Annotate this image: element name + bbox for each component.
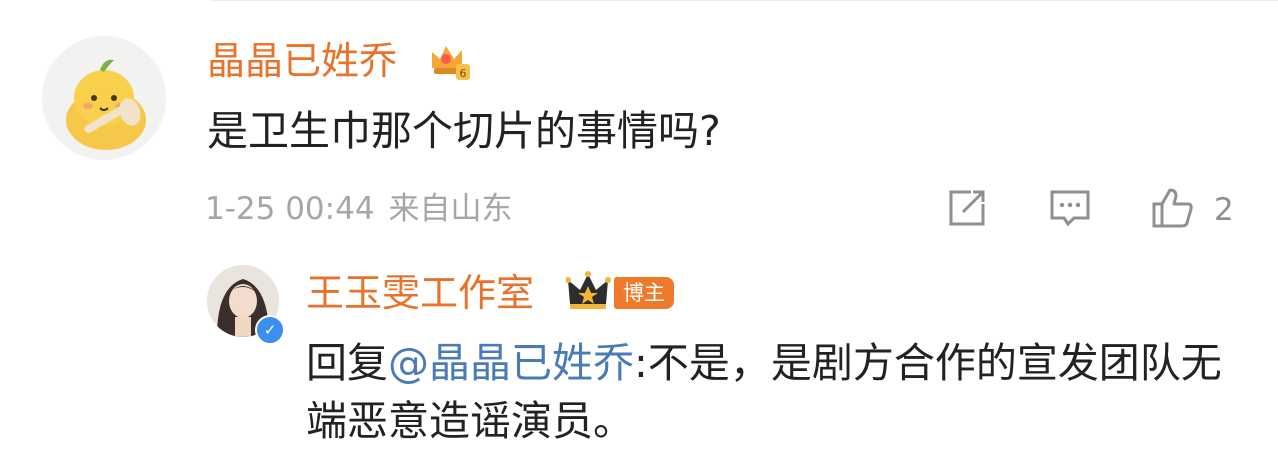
- role-badge: 博主: [614, 277, 674, 309]
- reply-text: 回复@晶晶已姓乔:不是，是剧方合作的宣发团队无端恶意造谣演员。: [306, 334, 1256, 450]
- reply-username[interactable]: 王玉雯工作室: [306, 268, 534, 318]
- crown-icon: [566, 271, 611, 309]
- verified-icon: ✓: [255, 315, 285, 345]
- comment-text: 是卫生巾那个切片的事情吗?: [207, 107, 721, 155]
- reply-prefix: 回复: [306, 339, 388, 387]
- comment-location: 来自山东: [388, 191, 513, 227]
- like-icon[interactable]: [1150, 186, 1194, 230]
- svg-text:6: 6: [460, 67, 467, 80]
- comment-meta: 1-25 00:44 来自山东: [205, 186, 527, 232]
- like-count: 2: [1214, 192, 1234, 228]
- comment-date: 1-25 00:44: [205, 191, 375, 227]
- vip-badge-icon: 6: [432, 46, 470, 80]
- comment-icon[interactable]: [1048, 186, 1092, 230]
- avatar[interactable]: [42, 36, 166, 160]
- top-divider: [210, 0, 1278, 1]
- comment-username[interactable]: 晶晶已姓乔: [207, 36, 397, 86]
- mention-link[interactable]: @晶晶已姓乔: [388, 339, 634, 387]
- share-icon[interactable]: [945, 186, 989, 230]
